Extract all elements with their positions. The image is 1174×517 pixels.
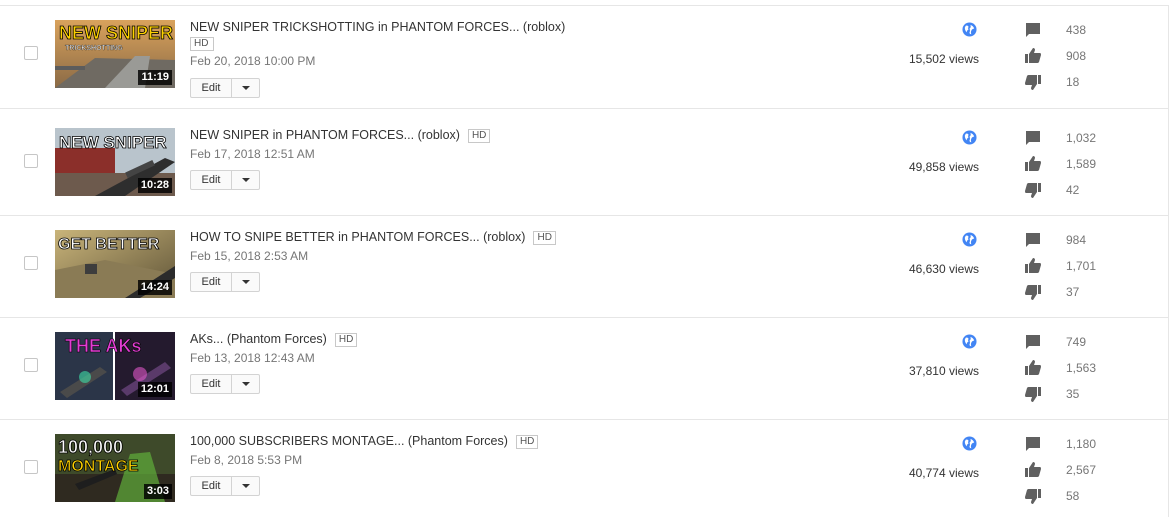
comment-count: 749 xyxy=(1066,335,1087,349)
edit-button[interactable]: Edit xyxy=(191,375,232,393)
hd-badge: HD xyxy=(515,435,539,449)
video-duration: 14:24 xyxy=(137,280,172,295)
row-select-checkbox[interactable] xyxy=(24,154,38,168)
video-title-link[interactable]: AKs... (Phantom Forces) xyxy=(190,332,327,346)
video-date: Feb 15, 2018 2:53 AM xyxy=(190,249,309,263)
row-select-checkbox[interactable] xyxy=(24,256,38,270)
video-duration: 3:03 xyxy=(143,484,172,499)
chevron-down-icon xyxy=(241,280,250,284)
edit-dropdown-button[interactable] xyxy=(232,273,259,291)
edit-dropdown-button[interactable] xyxy=(232,171,259,189)
globe-icon xyxy=(962,232,977,247)
video-thumbnail[interactable]: GET BETTER 14:24 xyxy=(55,230,175,298)
video-duration: 10:28 xyxy=(137,178,172,193)
thumbs-down-icon xyxy=(1025,285,1041,300)
thumb-overlay-text-1: THE AKs xyxy=(65,336,141,356)
comment-count: 984 xyxy=(1066,233,1087,247)
video-title-link[interactable]: NEW SNIPER in PHANTOM FORCES... (roblox) xyxy=(190,128,460,142)
video-row xyxy=(0,114,1168,216)
video-row xyxy=(0,216,1168,318)
globe-icon xyxy=(962,130,977,145)
thumbs-down-icon xyxy=(1025,183,1041,198)
like-count: 1,701 xyxy=(1066,259,1097,273)
globe-icon xyxy=(962,436,977,451)
hd-badge: HD xyxy=(334,333,358,347)
video-date: Feb 13, 2018 12:43 AM xyxy=(190,351,315,365)
dislike-count: 58 xyxy=(1066,489,1080,503)
thumbs-up-icon xyxy=(1025,156,1041,171)
video-views: 40,774 views xyxy=(908,466,979,480)
thumbs-up-icon xyxy=(1025,360,1041,375)
video-title-block: NEW SNIPER in PHANTOM FORCES... (roblox)… xyxy=(190,127,491,143)
thumb-overlay-text-1: 100,000 xyxy=(58,437,123,457)
dislike-count: 37 xyxy=(1066,285,1080,299)
edit-dropdown-button[interactable] xyxy=(232,477,259,495)
thumbs-up-icon xyxy=(1025,462,1041,477)
row-select-checkbox[interactable] xyxy=(24,358,38,372)
list-right-divider xyxy=(1168,5,1169,517)
dislike-count: 42 xyxy=(1066,183,1080,197)
comment-count: 1,180 xyxy=(1066,437,1097,451)
edit-dropdown-button[interactable] xyxy=(232,375,259,393)
globe-icon xyxy=(962,334,977,349)
edit-button-group: Edit xyxy=(190,272,260,292)
edit-button[interactable]: Edit xyxy=(191,171,232,189)
video-row-spacer xyxy=(0,6,1168,109)
thumbs-down-icon xyxy=(1025,489,1041,504)
video-views: 49,858 views xyxy=(908,160,979,174)
video-title-link[interactable]: 100,000 SUBSCRIBERS MONTAGE... (Phantom … xyxy=(190,434,508,448)
video-thumbnail[interactable]: THE AKs 12:01 xyxy=(55,332,175,400)
edit-button[interactable]: Edit xyxy=(191,273,232,291)
video-date: Feb 17, 2018 12:51 AM xyxy=(190,147,315,161)
video-views: 37,810 views xyxy=(908,364,979,378)
video-duration: 12:01 xyxy=(137,382,172,397)
comment-icon xyxy=(1026,131,1040,145)
thumb-overlay-text-1: GET BETTER xyxy=(58,236,160,253)
row-select-checkbox[interactable] xyxy=(24,460,38,474)
video-row xyxy=(0,318,1168,420)
like-count: 2,567 xyxy=(1066,463,1097,477)
dislike-count: 35 xyxy=(1066,387,1080,401)
hd-badge: HD xyxy=(533,231,556,245)
like-count: 1,563 xyxy=(1066,361,1097,375)
thumbs-down-icon xyxy=(1025,387,1041,402)
edit-button-group: Edit xyxy=(190,476,260,496)
edit-button-group: Edit xyxy=(190,374,260,394)
like-count: 1,589 xyxy=(1066,157,1097,171)
video-title-link[interactable]: HOW TO SNIPE BETTER in PHANTOM FORCES...… xyxy=(190,230,525,244)
chevron-down-icon xyxy=(241,178,250,182)
thumb-overlay-text-1: NEW SNIPER xyxy=(59,133,167,152)
video-views: 46,630 views xyxy=(908,262,979,276)
comment-count: 1,032 xyxy=(1066,131,1097,145)
edit-button[interactable]: Edit xyxy=(191,477,232,495)
thumbs-up-icon xyxy=(1025,258,1041,273)
chevron-down-icon xyxy=(241,484,250,488)
comment-icon xyxy=(1026,437,1040,451)
video-date: Feb 8, 2018 5:53 PM xyxy=(190,453,303,467)
video-title-block: AKs... (Phantom Forces) HD xyxy=(190,331,358,347)
video-thumbnail[interactable]: NEW SNIPER 10:28 xyxy=(55,128,175,196)
video-title-block: 100,000 SUBSCRIBERS MONTAGE... (Phantom … xyxy=(190,433,539,449)
video-title-block: HOW TO SNIPE BETTER in PHANTOM FORCES...… xyxy=(190,229,556,245)
edit-button-group: Edit xyxy=(190,170,260,190)
hd-badge: HD xyxy=(467,129,491,143)
comment-icon xyxy=(1026,233,1040,247)
video-thumbnail[interactable]: 100,000 MONTAGE 3:03 xyxy=(55,434,175,502)
thumb-overlay-text-2: MONTAGE xyxy=(58,458,139,475)
comment-icon xyxy=(1026,335,1040,349)
chevron-down-icon xyxy=(241,382,250,386)
